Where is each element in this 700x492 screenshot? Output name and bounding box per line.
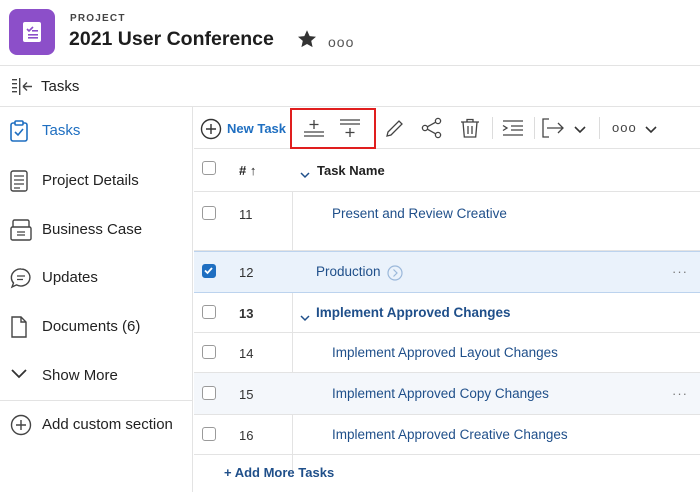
add-more-tasks-button[interactable]: + Add More Tasks <box>224 465 334 480</box>
task-clipboard-icon <box>10 120 28 147</box>
column-header-task-name[interactable]: Task Name <box>317 163 385 178</box>
task-number: 14 <box>239 346 254 361</box>
table-row[interactable]: 14 Implement Approved Layout Changes <box>194 333 700 373</box>
task-name-link[interactable]: Implement Approved Layout Changes <box>332 345 558 360</box>
table-row[interactable]: 11 Present and Review Creative <box>194 192 700 251</box>
insert-task-below-icon[interactable] <box>339 117 361 144</box>
sidebar-item-tasks[interactable]: Tasks <box>0 111 193 151</box>
sidebar-item-label: Documents (6) <box>42 318 141 335</box>
sidebar: Tasks Project Details Business Case Upda… <box>0 107 193 492</box>
task-name-link[interactable]: Production <box>316 264 381 279</box>
chevron-down-icon <box>10 365 28 388</box>
move-task-icon[interactable] <box>541 117 565 144</box>
sidebar-item-label: Show More <box>42 367 118 384</box>
row-more-button[interactable]: ··· <box>672 386 688 401</box>
row-checkbox[interactable] <box>202 345 216 359</box>
add-custom-section-button[interactable]: Add custom section <box>0 405 193 445</box>
trash-icon[interactable] <box>459 117 481 144</box>
indent-icon[interactable] <box>502 117 524 144</box>
chat-bubble-icon <box>10 267 32 294</box>
sidebar-item-documents[interactable]: Documents (6) <box>0 307 193 347</box>
briefcase-stack-icon <box>10 219 32 246</box>
sidebar-item-updates[interactable]: Updates <box>0 258 193 298</box>
toolbar-more-button[interactable]: ooo <box>612 120 637 135</box>
insert-task-above-icon[interactable] <box>303 117 325 144</box>
task-number: 12 <box>239 265 254 280</box>
chevron-down-icon[interactable] <box>574 122 586 140</box>
task-toolbar: New Task ooo <box>194 107 700 149</box>
row-more-button[interactable]: ··· <box>672 264 688 279</box>
sidebar-item-label: Updates <box>42 269 98 286</box>
table-row[interactable]: 16 Implement Approved Creative Changes <box>194 415 700 455</box>
plus-circle-icon <box>10 414 32 441</box>
toolbar-divider <box>599 117 600 139</box>
table-row[interactable]: 15 Implement Approved Copy Changes ··· <box>194 373 700 415</box>
project-header: PROJECT 2021 User Conference ooo <box>0 0 700 66</box>
collapse-sidebar-icon[interactable] <box>12 77 34 102</box>
sidebar-divider <box>0 400 193 401</box>
table-header: # ↑ Task Name <box>194 149 700 192</box>
row-checkbox[interactable] <box>202 386 216 400</box>
task-name-link[interactable]: Present and Review Creative <box>332 206 507 221</box>
column-header-number[interactable]: # ↑ <box>239 163 256 178</box>
task-number: 16 <box>239 428 254 443</box>
sidebar-item-show-more[interactable]: Show More <box>0 356 193 396</box>
row-checkbox[interactable] <box>202 305 216 319</box>
toolbar-divider <box>492 117 493 139</box>
new-task-button[interactable]: New Task <box>227 121 286 136</box>
tasks-bar: Tasks <box>0 66 700 107</box>
toolbar-divider <box>534 117 535 139</box>
chevron-down-icon[interactable] <box>300 309 310 327</box>
project-icon <box>9 9 55 55</box>
task-number: 13 <box>239 306 254 321</box>
favorite-star-icon[interactable] <box>296 28 318 55</box>
row-checkbox[interactable] <box>202 264 216 278</box>
task-number: 11 <box>239 207 253 222</box>
pencil-icon[interactable] <box>384 117 406 144</box>
header-more-button[interactable]: ooo <box>328 34 354 50</box>
project-eyebrow: PROJECT <box>70 13 126 24</box>
sidebar-item-label: Business Case <box>42 221 143 238</box>
task-number: 15 <box>239 387 254 402</box>
table-row[interactable]: 12 Production ··· <box>194 251 700 293</box>
document-lines-icon <box>10 170 28 197</box>
row-checkbox[interactable] <box>202 206 216 220</box>
task-name-link[interactable]: Implement Approved Changes <box>316 305 511 320</box>
select-all-checkbox[interactable] <box>202 161 216 175</box>
table-row[interactable]: 13 Implement Approved Changes <box>194 293 700 333</box>
document-icon <box>10 316 28 343</box>
sidebar-item-label: Project Details <box>42 172 139 189</box>
chevron-down-icon[interactable] <box>645 122 657 140</box>
plus-circle-icon[interactable] <box>200 118 222 145</box>
chevron-right-circle-icon[interactable] <box>387 265 403 286</box>
share-icon[interactable] <box>421 117 443 144</box>
sidebar-item-business-case[interactable]: Business Case <box>0 210 193 250</box>
chevron-down-icon[interactable] <box>300 166 310 184</box>
task-name-link[interactable]: Implement Approved Copy Changes <box>332 386 549 401</box>
page-title: 2021 User Conference <box>69 28 274 50</box>
sidebar-item-project-details[interactable]: Project Details <box>0 161 193 201</box>
row-checkbox[interactable] <box>202 427 216 441</box>
sidebar-item-label: Add custom section <box>42 416 173 433</box>
task-name-link[interactable]: Implement Approved Creative Changes <box>332 427 568 442</box>
sidebar-item-label: Tasks <box>42 122 81 139</box>
tasks-bar-label: Tasks <box>41 78 80 95</box>
